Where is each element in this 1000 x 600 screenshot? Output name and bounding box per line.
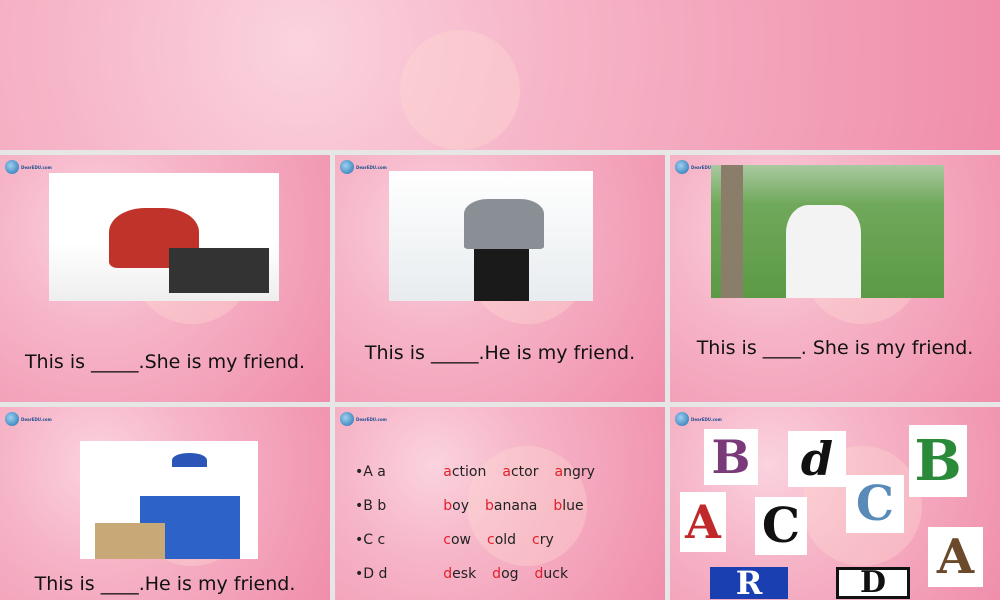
logo: DearEDU.com <box>675 412 722 426</box>
example-word: dog <box>492 566 519 582</box>
list-item: • A a action actor angry <box>355 462 611 496</box>
example-word: angry <box>554 464 595 480</box>
letter-image: D <box>836 567 910 599</box>
slide-caption: This is ____.He is my friend. <box>34 573 296 595</box>
example-word: cow <box>443 532 471 548</box>
letter-image: C <box>846 475 904 533</box>
logo: DearEDU.com <box>5 412 52 426</box>
list-item: • B b boy banana blue <box>355 496 611 530</box>
letter-image: B <box>704 429 758 485</box>
logo: DearEDU.com <box>340 412 387 426</box>
example-word: desk <box>443 566 477 582</box>
letter-pair: C c <box>363 532 386 548</box>
letter-image: A <box>680 492 726 552</box>
example-word: boy <box>443 498 470 514</box>
letter-pair: A a <box>363 464 386 480</box>
letter-pair: D d <box>363 566 388 582</box>
slide-7[interactable]: DearEDU.com B d B A C C A R D <box>670 407 1000 600</box>
slide-2[interactable]: DearEDU.com This is _____.She is my frie… <box>0 155 330 402</box>
logo: DearEDU.com <box>5 160 52 174</box>
slide-6[interactable]: DearEDU.com • A a action actor angry • B b bo… <box>335 407 665 600</box>
alphabet-word-list: • A a action actor angry • B b boy banana blue •… <box>355 462 611 598</box>
girl-field-photo <box>711 165 944 298</box>
letter-image: d <box>788 431 846 487</box>
example-word: cold <box>486 532 517 548</box>
slide-caption: This is _____.He is my friend. <box>364 342 636 364</box>
list-item: • D d desk dog duck <box>355 564 611 598</box>
letter-image: C <box>755 497 807 555</box>
slide-3[interactable]: DearEDU.com This is _____.He is my frien… <box>335 155 665 402</box>
slide-caption: This is _____.She is my friend. <box>24 351 306 373</box>
slide-4[interactable]: DearEDU.com This is ____. She is my frie… <box>670 155 1000 402</box>
slide-5[interactable]: DearEDU.com This is ____.He is my friend… <box>0 407 330 600</box>
logo: DearEDU.com <box>340 160 387 174</box>
slide-1[interactable] <box>0 0 1000 150</box>
example-word: actor <box>502 464 539 480</box>
example-word: cry <box>532 532 554 548</box>
letter-image: B <box>909 425 967 497</box>
example-word: banana <box>485 498 538 514</box>
example-word: blue <box>553 498 584 514</box>
woman-laptop-photo <box>49 173 279 301</box>
man-photo <box>389 171 593 301</box>
delivery-man-photo <box>80 441 258 559</box>
letter-image: R <box>710 567 788 599</box>
list-item: • C c cow cold cry <box>355 530 611 564</box>
example-word: action <box>443 464 487 480</box>
letter-pair: B b <box>363 498 387 514</box>
letter-image: A <box>928 527 983 587</box>
slide-caption: This is ____. She is my friend. <box>696 337 974 359</box>
example-word: duck <box>534 566 569 582</box>
